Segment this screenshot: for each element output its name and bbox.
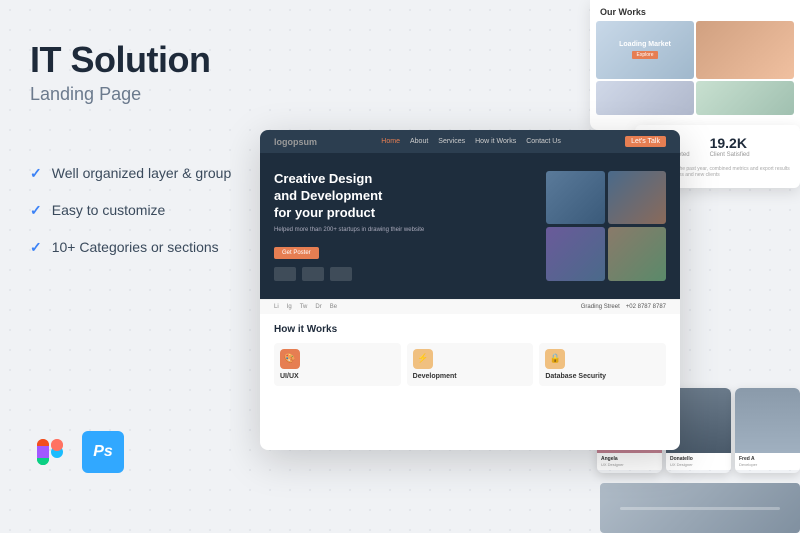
hero-cta-button: Get Poster: [274, 247, 319, 259]
social-ig: Ig: [287, 304, 292, 310]
nav-link-services: Services: [438, 138, 465, 145]
browser-nav: logopsum Home About Services How it Work…: [260, 130, 680, 153]
features-list: ✓ Well organized layer & group ✓ Easy to…: [30, 165, 240, 256]
our-works-card: Our Works Loading Market Explore: [590, 0, 800, 130]
hero-img-4: [608, 227, 667, 280]
how-card-icon-dev: ⚡: [413, 349, 433, 369]
brand-1: [274, 267, 296, 281]
how-card-label-dev: Development: [413, 373, 528, 380]
how-cards: 🎨 UI/UX ⚡ Development 🔒 Database Securit…: [274, 343, 666, 386]
hero-img-1: [546, 171, 605, 224]
hero-title: Creative Designand Developmentfor your p…: [274, 171, 536, 222]
title-block: IT Solution Landing Page: [30, 40, 240, 105]
bottom-preview-strip: [600, 483, 800, 533]
hero-section: Creative Designand Developmentfor your p…: [260, 153, 680, 299]
stat-clients-number: 19.2K: [710, 135, 750, 151]
check-icon-2: ✓: [30, 202, 42, 219]
nav-logo: logopsum: [274, 137, 317, 147]
nav-link-home: Home: [381, 138, 400, 145]
feature-item-3: ✓ 10+ Categories or sections: [30, 239, 240, 256]
nav-links: Home About Services How it Works Contact…: [381, 138, 561, 145]
hero-left: Creative Designand Developmentfor your p…: [274, 171, 536, 281]
how-card-label-db: Database Security: [545, 373, 660, 380]
feature-item-2: ✓ Easy to customize: [30, 202, 240, 219]
person-info-1: Angela UX Designer: [597, 453, 662, 470]
works-item-1: Loading Market: [619, 41, 671, 48]
person-info-3: Fred A Developer: [735, 453, 800, 470]
nav-cta: Let's Talk: [625, 136, 666, 147]
stat-clients: 19.2K Client Satisfied: [710, 135, 750, 158]
social-tw: Tw: [300, 304, 308, 310]
feature-text-3: 10+ Categories or sections: [52, 239, 219, 255]
check-icon-1: ✓: [30, 165, 42, 182]
how-section: How it Works 🎨 UI/UX ⚡ Development �: [260, 314, 680, 396]
nav-link-about: About: [410, 138, 428, 145]
person-role-3: Developer: [739, 462, 796, 467]
stat-clients-label: Client Satisfied: [710, 152, 750, 158]
how-card-label-uiux: UI/UX: [280, 373, 395, 380]
how-card-icon-db: 🔒: [545, 349, 565, 369]
hero-subtitle: Helped more than 200+ startups in drawin…: [274, 227, 536, 233]
how-card-uiux: 🎨 UI/UX: [274, 343, 401, 386]
browser-mockup: logopsum Home About Services How it Work…: [260, 130, 680, 450]
nav-link-contact: Contact Us: [526, 138, 561, 145]
feature-text-2: Easy to customize: [52, 202, 166, 218]
feature-text-1: Well organized layer & group: [52, 165, 232, 181]
person-info-2: Donatello UX Designer: [666, 453, 731, 470]
footer-social-links: Li Ig Tw Dr Be: [274, 304, 337, 310]
person-role-1: UX Designer: [601, 462, 658, 467]
figma-icon: [30, 432, 70, 472]
footer-address: Grading Street: [581, 304, 620, 310]
how-title: How it Works: [274, 324, 666, 335]
check-icon-3: ✓: [30, 239, 42, 256]
how-card-db: 🔒 Database Security: [539, 343, 666, 386]
person-role-2: UX Designer: [670, 462, 727, 467]
photoshop-icon: Ps: [82, 431, 124, 473]
hero-brands: [274, 267, 536, 281]
hero-img-2: [608, 171, 667, 224]
nav-link-how: How it Works: [475, 138, 516, 145]
main-title: IT Solution: [30, 40, 240, 80]
brand-2: [302, 267, 324, 281]
how-card-dev: ⚡ Development: [407, 343, 534, 386]
sub-title: Landing Page: [30, 84, 240, 105]
brand-3: [330, 267, 352, 281]
social-dr: Dr: [315, 304, 321, 310]
tool-icons: Ps: [30, 431, 240, 473]
hero-images: [546, 171, 666, 281]
social-be: Be: [330, 304, 337, 310]
hero-img-3: [546, 227, 605, 280]
person-card-3: Fred A Developer: [735, 388, 800, 473]
how-card-icon-uiux: 🎨: [280, 349, 300, 369]
person-img-3: [735, 388, 800, 453]
our-works-title: Our Works: [590, 0, 800, 21]
footer-bar: Li Ig Tw Dr Be Grading Street +02 8787 8…: [260, 299, 680, 314]
footer-contact: Grading Street +02 8787 8787: [581, 304, 666, 310]
social-li: Li: [274, 304, 279, 310]
footer-phone: +02 8787 8787: [626, 304, 666, 310]
right-panel: Our Works Loading Market Explore logopsu…: [230, 0, 800, 533]
feature-item-1: ✓ Well organized layer & group: [30, 165, 240, 182]
